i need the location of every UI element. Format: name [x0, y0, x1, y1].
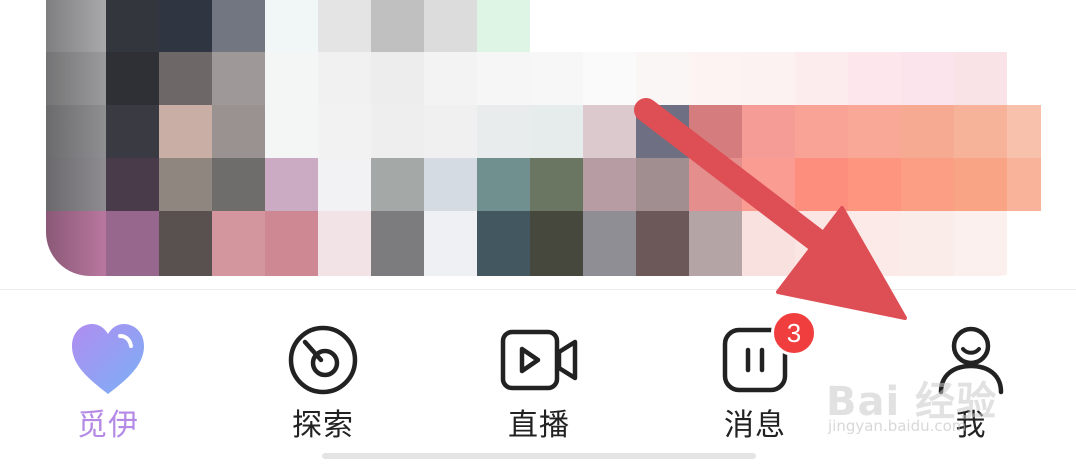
tab-live-label: 直播	[508, 408, 570, 443]
unread-badge: 3	[771, 310, 817, 356]
tab-messages[interactable]: 3 消息	[675, 310, 835, 443]
bottom-tab-bar: 觅伊 探索 直播 3 消息 我 Bai 经验 jingyan.baidu.com	[0, 289, 1076, 464]
tab-live[interactable]: 直播	[459, 310, 619, 443]
tab-me[interactable]: 我	[891, 310, 1051, 443]
tab-explore[interactable]: 探索	[243, 310, 403, 443]
tab-home[interactable]: 觅伊	[28, 310, 188, 443]
video-camera-icon	[500, 329, 578, 391]
tab-home-label: 觅伊	[77, 408, 139, 443]
person-icon	[938, 326, 1004, 395]
mosaic-pixels	[46, 0, 1041, 276]
tab-messages-label: 消息	[724, 408, 786, 443]
heart-icon	[72, 324, 144, 394]
disc-icon	[288, 325, 358, 395]
app-screen: 觅伊 探索 直播 3 消息 我 Bai 经验 jingyan.baidu.com	[0, 0, 1076, 464]
tab-me-label: 我	[955, 408, 987, 443]
tab-explore-label: 探索	[292, 408, 354, 443]
banner-image[interactable]	[46, 0, 1041, 276]
home-indicator	[322, 453, 756, 459]
